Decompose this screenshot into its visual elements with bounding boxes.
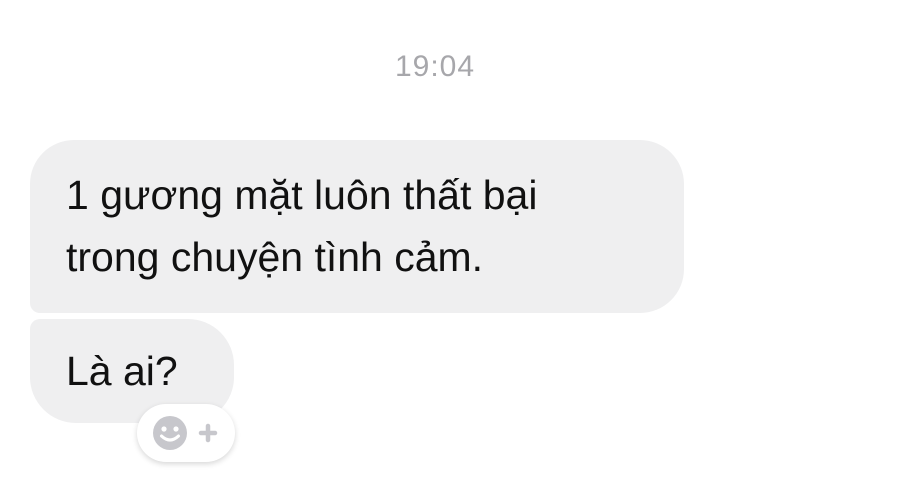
message-text-line: 1 gương mặt luôn thất bại [66,172,538,218]
message-text-line: trong chuyện tình cảm. [66,234,484,280]
message-bubble[interactable]: 1 gương mặt luôn thất bại trong chuyện t… [30,140,684,313]
add-reaction-button[interactable] [137,404,235,462]
message-timestamp: 19:04 [394,50,476,83]
chat-screen: 19:04 1 gương mặt luôn thất bại trong ch… [0,0,902,495]
smiley-plus-icon [153,416,218,450]
message-text-line: Là ai? [66,348,178,394]
